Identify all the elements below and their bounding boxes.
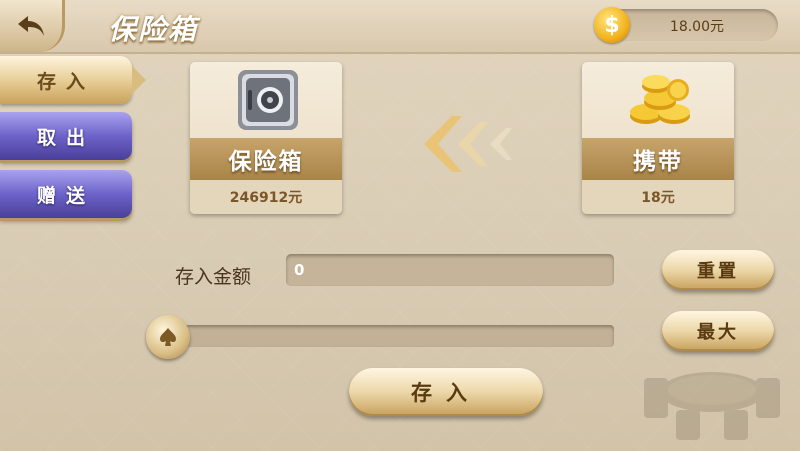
- carry-title: 携带: [582, 138, 734, 180]
- amount-label: 存入金额: [175, 266, 252, 288]
- transfer-arrows-icon: [424, 116, 512, 172]
- balance-value: 18.00元: [669, 19, 724, 35]
- gold-coins-icon: [630, 75, 690, 124]
- card-table-decoration-icon: [644, 372, 780, 440]
- deposit-button[interactable]: 存入: [349, 368, 543, 416]
- carry-card: 携带 18元: [582, 62, 734, 214]
- amount-slider-knob[interactable]: [146, 315, 190, 359]
- max-button[interactable]: 最大: [662, 311, 774, 351]
- amount-slider-track[interactable]: [170, 325, 614, 347]
- tab-gift[interactable]: 赠送: [0, 170, 132, 218]
- amount-input[interactable]: 0: [286, 254, 614, 286]
- tab-label: 存入: [36, 70, 95, 93]
- page-title: 保险箱: [108, 13, 199, 46]
- tab-label: 取出: [36, 126, 95, 149]
- tab-deposit[interactable]: 存入: [0, 56, 146, 104]
- spade-icon: [160, 328, 176, 346]
- back-button[interactable]: [0, 0, 65, 52]
- reset-button[interactable]: 重置: [662, 250, 774, 290]
- back-arrow-icon: [18, 16, 44, 36]
- safe-card: 保险箱 246912元: [190, 62, 342, 214]
- safe-amount: 246912元: [190, 180, 342, 214]
- coin-icon: $: [594, 7, 630, 43]
- carry-amount: 18元: [582, 180, 734, 214]
- balance-display: $ 18.00元: [594, 7, 778, 43]
- safe-icon: [238, 70, 298, 130]
- header-bar: 保险箱 $ 18.00元: [0, 0, 800, 54]
- tab-label: 赠送: [36, 184, 95, 207]
- safe-title: 保险箱: [190, 138, 342, 180]
- tab-withdraw[interactable]: 取出: [0, 112, 132, 160]
